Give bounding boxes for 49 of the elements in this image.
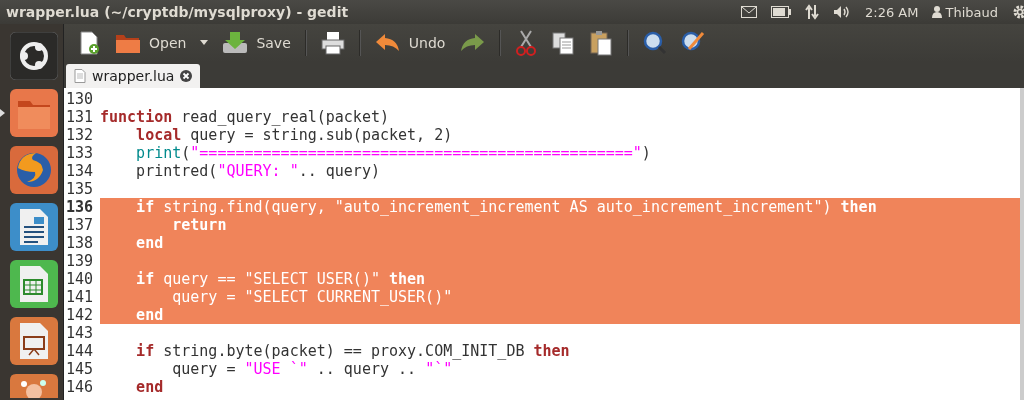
code-line: function read_query_real(packet) bbox=[100, 108, 390, 126]
clock[interactable]: 2:26 AM bbox=[865, 4, 919, 20]
scissors-icon bbox=[515, 30, 538, 56]
battery-icon[interactable] bbox=[771, 6, 792, 18]
caret-icon bbox=[200, 40, 209, 46]
line-number: 145 bbox=[65, 360, 95, 378]
code-line: query = "USE `" .. query .. "`" bbox=[171, 360, 454, 378]
line-number: 134 bbox=[65, 162, 95, 180]
code-line: local query = string.sub(packet, 2) bbox=[135, 126, 454, 144]
line-number: 136 bbox=[65, 198, 95, 216]
undo-button[interactable]: Undo bbox=[369, 30, 451, 56]
volume-icon[interactable] bbox=[833, 5, 852, 19]
person-icon bbox=[932, 6, 943, 18]
code-line: print("================================================") bbox=[135, 144, 652, 162]
gear-icon[interactable] bbox=[1012, 4, 1024, 20]
line-number: 144 bbox=[65, 342, 95, 360]
code-line: if string.byte(packet) == proxy.COM_INIT_DB then bbox=[135, 342, 571, 360]
undo-arrow-icon bbox=[374, 33, 401, 53]
line-number: 140 bbox=[65, 270, 95, 288]
line-number: 137 bbox=[65, 216, 95, 234]
close-icon[interactable] bbox=[180, 70, 193, 82]
save-button[interactable]: Save bbox=[217, 28, 296, 58]
copy-icon bbox=[551, 31, 576, 55]
document-icon bbox=[74, 69, 86, 83]
clipboard-icon bbox=[589, 30, 614, 56]
mail-icon[interactable] bbox=[741, 6, 758, 18]
line-number: 133 bbox=[65, 144, 95, 162]
search-icon bbox=[643, 31, 668, 55]
download-tray-icon bbox=[222, 31, 249, 55]
redo-arrow-icon bbox=[459, 33, 486, 53]
line-number: 146 bbox=[65, 378, 95, 396]
line-number: 143 bbox=[65, 324, 95, 342]
line-number: 131 bbox=[65, 108, 95, 126]
line-number: 130 bbox=[65, 90, 95, 108]
printer-icon bbox=[320, 31, 345, 55]
line-number: 135 bbox=[65, 180, 95, 198]
line-number: 142 bbox=[65, 306, 95, 324]
window-title: wrapper.lua (~/cryptdb/mysqlproxy) - gedit bbox=[6, 4, 350, 20]
line-number: 141 bbox=[65, 288, 95, 306]
open-button[interactable]: Open bbox=[110, 28, 192, 58]
new-document-icon bbox=[77, 31, 101, 55]
line-number: 139 bbox=[65, 252, 95, 270]
line-number: 132 bbox=[65, 126, 95, 144]
user-menu[interactable]: Thibaud bbox=[932, 4, 998, 20]
code-line: printred("QUERY: ".. query) bbox=[135, 162, 381, 180]
file-tab[interactable]: wrapper.lua bbox=[66, 64, 201, 88]
line-number: 138 bbox=[65, 234, 95, 252]
code-line: end bbox=[135, 378, 165, 396]
network-arrows-icon[interactable] bbox=[805, 4, 820, 20]
